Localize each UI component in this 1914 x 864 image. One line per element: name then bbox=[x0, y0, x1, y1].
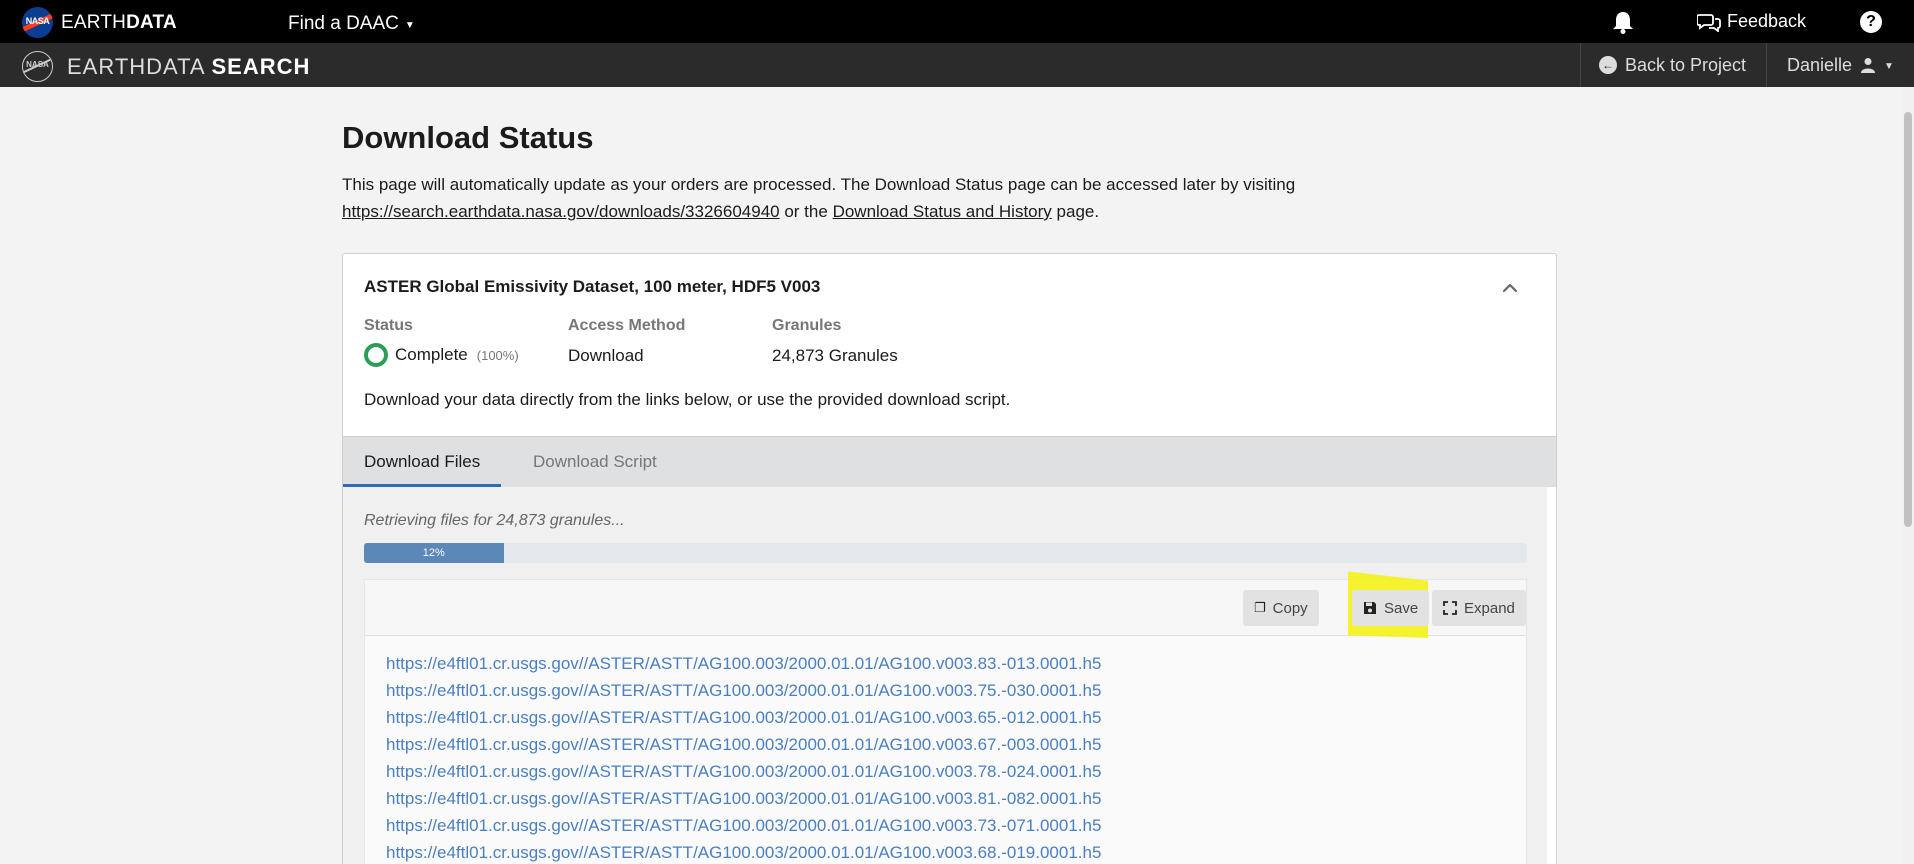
status-label: Status bbox=[364, 317, 413, 334]
feedback-link[interactable]: Feedback bbox=[1697, 11, 1806, 32]
download-history-link[interactable]: Download Status and History bbox=[833, 202, 1052, 221]
caret-down-icon: ▼ bbox=[1884, 61, 1894, 72]
tab-download-script[interactable]: Download Script bbox=[512, 437, 678, 488]
page-scrollbar[interactable] bbox=[1902, 87, 1914, 864]
access-value: Download bbox=[568, 346, 644, 365]
access-meta: Access Method Download bbox=[568, 317, 685, 366]
card-header: ASTER Global Emissivity Dataset, 100 met… bbox=[343, 254, 1556, 436]
progress-fill: 12% bbox=[364, 543, 504, 563]
retrieval-card: ASTER Global Emissivity Dataset, 100 met… bbox=[342, 253, 1557, 864]
download-url-item[interactable]: https://e4ftl01.cr.usgs.gov//ASTER/ASTT/… bbox=[386, 785, 1101, 812]
download-url-item[interactable]: https://e4ftl01.cr.usgs.gov//ASTER/ASTT/… bbox=[386, 758, 1101, 785]
app-title: EARTHDATA SEARCH bbox=[67, 53, 311, 79]
download-url-item[interactable]: https://e4ftl01.cr.usgs.gov//ASTER/ASTT/… bbox=[386, 839, 1101, 864]
download-url-link[interactable]: https://search.earthdata.nasa.gov/downlo… bbox=[342, 202, 780, 221]
download-url-item[interactable]: https://e4ftl01.cr.usgs.gov//ASTER/ASTT/… bbox=[386, 650, 1101, 677]
granules-value: 24,873 Granules bbox=[772, 346, 898, 365]
status-value: Complete bbox=[395, 345, 468, 364]
user-menu[interactable]: Danielle ▼ bbox=[1766, 43, 1914, 87]
user-icon bbox=[1861, 58, 1876, 73]
dataset-note: Download your data directly from the lin… bbox=[364, 390, 1011, 409]
help-icon[interactable]: ? bbox=[1860, 11, 1882, 33]
caret-down-icon: ▼ bbox=[404, 20, 415, 31]
status-ring-icon bbox=[364, 343, 388, 367]
download-url-item[interactable]: https://e4ftl01.cr.usgs.gov//ASTER/ASTT/… bbox=[386, 677, 1101, 704]
page-scrollbar-thumb[interactable] bbox=[1904, 112, 1912, 527]
app-brand[interactable]: NASA EARTHDATA SEARCH bbox=[22, 51, 310, 82]
page-title: Download Status bbox=[342, 120, 594, 155]
dataset-title: ASTER Global Emissivity Dataset, 100 met… bbox=[364, 277, 821, 296]
download-tabs: Download Files Download Script bbox=[343, 436, 1556, 488]
find-daac-menu[interactable]: Find a DAAC ▼ bbox=[288, 13, 415, 35]
back-to-project-button[interactable]: ← Back to Project bbox=[1579, 43, 1766, 87]
copy-icon: ❐ bbox=[1254, 600, 1266, 615]
save-button[interactable]: Save bbox=[1352, 590, 1430, 626]
status-percent: (100%) bbox=[476, 347, 519, 363]
back-arrow-icon: ← bbox=[1598, 56, 1617, 74]
download-url-item[interactable]: https://e4ftl01.cr.usgs.gov//ASTER/ASTT/… bbox=[386, 704, 1101, 731]
download-url-item[interactable]: https://e4ftl01.cr.usgs.gov//ASTER/ASTT/… bbox=[386, 731, 1101, 758]
intro-text: This page will automatically update as y… bbox=[342, 175, 1296, 221]
feedback-icon bbox=[1697, 13, 1721, 32]
granules-meta: Granules 24,873 Granules bbox=[772, 317, 898, 366]
download-url-list: https://e4ftl01.cr.usgs.gov//ASTER/ASTT/… bbox=[386, 650, 1101, 864]
nasa-mono-logo: NASA bbox=[22, 51, 53, 82]
retrieving-text: Retrieving files for 24,873 granules... bbox=[364, 512, 625, 529]
save-icon bbox=[1364, 602, 1376, 614]
earthdata-brand[interactable]: NASA EARTHDATA bbox=[22, 7, 177, 38]
download-files-panel: Retrieving files for 24,873 granules... … bbox=[343, 487, 1547, 864]
copy-button[interactable]: ❐ Copy bbox=[1243, 590, 1319, 626]
progress-bar: 12% bbox=[364, 543, 1527, 563]
access-label: Access Method bbox=[568, 317, 686, 334]
earthdata-topbar: NASA EARTHDATA Find a DAAC ▼ Feedback ? bbox=[0, 0, 1914, 43]
expand-icon bbox=[1443, 601, 1457, 615]
links-toolbar: ❐ Copy Save Expand bbox=[365, 571, 1526, 638]
earthdata-search-header: NASA EARTHDATA SEARCH ← Back to Project … bbox=[0, 43, 1914, 87]
tab-download-files[interactable]: Download Files bbox=[343, 437, 502, 488]
nasa-logo: NASA bbox=[22, 7, 53, 38]
earthdata-wordmark: EARTHDATA bbox=[61, 11, 177, 33]
bell-icon[interactable] bbox=[1612, 10, 1634, 34]
expand-button[interactable]: Expand bbox=[1432, 590, 1526, 626]
status-meta: Status Complete (100%) bbox=[364, 317, 519, 367]
granules-label: Granules bbox=[772, 317, 842, 334]
download-links-box: ❐ Copy Save Expand https://e4ftl01.cr.us… bbox=[364, 571, 1527, 864]
download-url-item[interactable]: https://e4ftl01.cr.usgs.gov//ASTER/ASTT/… bbox=[386, 812, 1101, 839]
chevron-up-icon[interactable] bbox=[1496, 274, 1524, 302]
panel-scrollbar[interactable] bbox=[1547, 487, 1556, 864]
